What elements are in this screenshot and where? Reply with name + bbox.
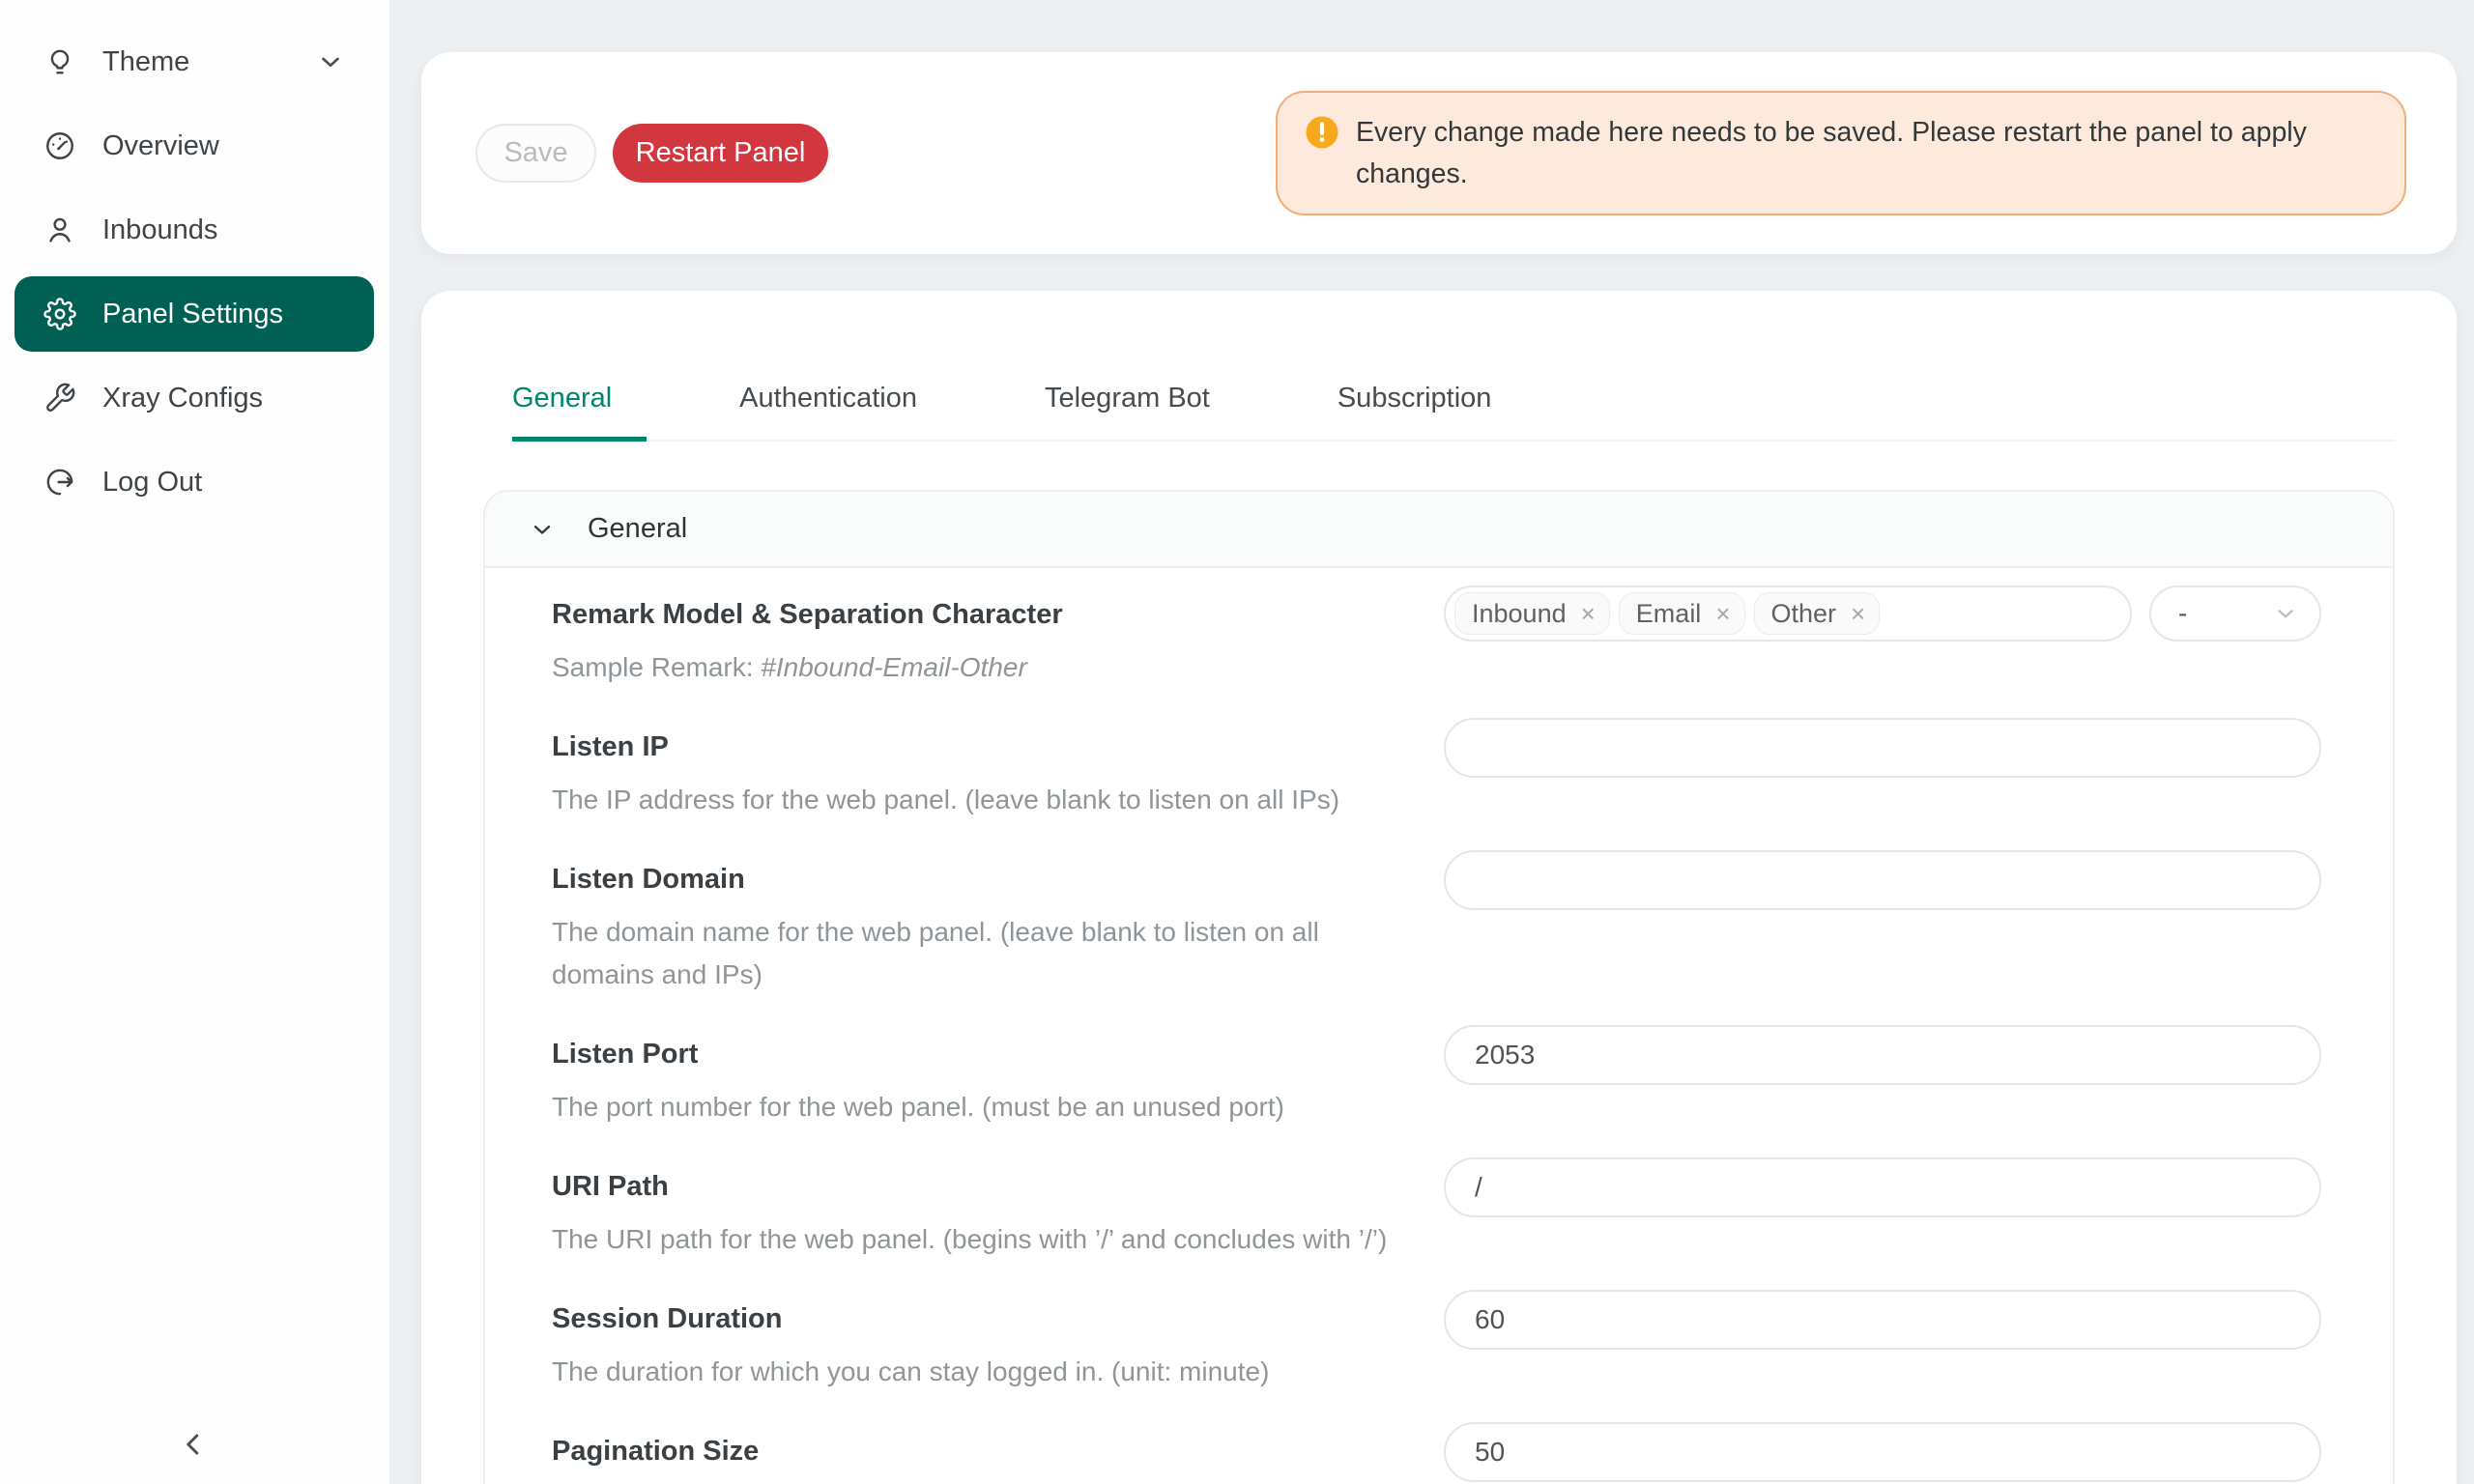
wrench-icon xyxy=(43,382,76,414)
toolbar-card: Save Restart Panel Every change made her… xyxy=(421,52,2457,254)
tab-authentication[interactable]: Authentication xyxy=(739,378,952,442)
user-icon xyxy=(43,214,76,246)
field-description: The duration for which you can stay logg… xyxy=(552,1351,1269,1393)
restart-warning-alert: Every change made here needs to be saved… xyxy=(1276,91,2406,216)
field-description: The domain name for the web panel. (leav… xyxy=(552,911,1422,996)
app-root: Theme Overview Inbounds Panel Settings X… xyxy=(0,0,2474,1484)
field-description: The port number for the web panel. (must… xyxy=(552,1086,1284,1128)
sidebar: Theme Overview Inbounds Panel Settings X… xyxy=(0,0,389,1484)
tab-telegram-bot[interactable]: Telegram Bot xyxy=(1045,378,1245,442)
sidebar-item-overview[interactable]: Overview xyxy=(14,108,374,184)
sidebar-nav: Theme Overview Inbounds Panel Settings X… xyxy=(0,24,389,520)
sidebar-item-theme[interactable]: Theme xyxy=(14,24,374,100)
field-label: Pagination Size xyxy=(552,1432,759,1470)
logout-icon xyxy=(43,466,76,499)
field-label: Session Duration xyxy=(552,1299,1269,1338)
tag-other[interactable]: Other × xyxy=(1754,592,1881,635)
field-label: Listen IP xyxy=(552,728,1339,766)
warning-icon xyxy=(1305,115,1339,150)
field-label: URI Path xyxy=(552,1167,1387,1206)
tag-inbound[interactable]: Inbound × xyxy=(1454,592,1610,635)
sidebar-collapse-button[interactable] xyxy=(166,1420,220,1470)
pagination-size-input[interactable] xyxy=(1444,1422,2321,1482)
field-description: Sample Remark: #Inbound-Email-Other xyxy=(552,646,1063,689)
restart-panel-button[interactable]: Restart Panel xyxy=(613,124,828,183)
close-icon[interactable]: × xyxy=(1575,601,1601,626)
field-description: The URI path for the web panel. (begins … xyxy=(552,1218,1387,1261)
session-duration-input[interactable] xyxy=(1444,1290,2321,1350)
listen-domain-input[interactable] xyxy=(1444,850,2321,910)
form-row-listen-domain: Listen Domain The domain name for the we… xyxy=(552,860,2321,996)
chevron-left-icon xyxy=(176,1427,211,1465)
chevron-down-icon xyxy=(529,516,556,543)
field-label: Listen Domain xyxy=(552,860,1422,899)
sidebar-item-inbounds[interactable]: Inbounds xyxy=(14,192,374,268)
form-row-pagination-size: Pagination Size xyxy=(552,1432,2321,1482)
tabs-bar: General Authentication Telegram Bot Subscri… xyxy=(512,378,2395,442)
tag-email[interactable]: Email × xyxy=(1619,592,1745,635)
separator-select[interactable]: - xyxy=(2149,585,2321,642)
main-content: Save Restart Panel Every change made her… xyxy=(389,0,2474,1484)
sidebar-item-log-out[interactable]: Log Out xyxy=(14,444,374,520)
settings-card: General Authentication Telegram Bot Subscri… xyxy=(421,291,2457,1484)
listen-port-input[interactable] xyxy=(1444,1025,2321,1085)
chevron-down-icon xyxy=(316,47,345,76)
close-icon[interactable]: × xyxy=(1710,601,1736,626)
field-description: The IP address for the web panel. (leave… xyxy=(552,779,1339,821)
field-label: Listen Port xyxy=(552,1035,1284,1073)
gauge-icon xyxy=(43,129,76,162)
remark-model-separation-character-tags-input[interactable]: Inbound × Email × Other × xyxy=(1444,585,2132,642)
general-collapse-panel: General Remark Model & Separation Charac… xyxy=(483,490,2395,1484)
chevron-down-icon xyxy=(2273,601,2298,626)
form-row-listen-port: Listen Port The port number for the web … xyxy=(552,1035,2321,1128)
alert-text: Every change made here needs to be saved… xyxy=(1356,112,2377,195)
close-icon[interactable]: × xyxy=(1845,601,1871,626)
collapse-title: General xyxy=(588,513,687,545)
separator-value: - xyxy=(2178,598,2187,629)
tab-subscription[interactable]: Subscription xyxy=(1338,378,1527,442)
listen-ip-input[interactable] xyxy=(1444,718,2321,778)
save-button[interactable]: Save xyxy=(475,124,596,183)
gear-icon xyxy=(43,298,76,330)
form-row-session-duration: Session Duration The duration for which … xyxy=(552,1299,2321,1393)
field-label: Remark Model & Separation Character xyxy=(552,595,1063,634)
sidebar-item-xray-configs[interactable]: Xray Configs xyxy=(14,360,374,436)
uri-path-input[interactable] xyxy=(1444,1157,2321,1217)
general-form: Remark Model & Separation Character Samp… xyxy=(485,568,2393,1484)
form-row-uri-path: URI Path The URI path for the web panel.… xyxy=(552,1167,2321,1261)
tab-general[interactable]: General xyxy=(512,378,647,442)
form-row-listen-ip: Listen IP The IP address for the web pan… xyxy=(552,728,2321,821)
bulb-icon xyxy=(43,45,76,78)
general-collapse-header[interactable]: General xyxy=(485,492,2393,568)
form-row-remark-model-separation-character: Remark Model & Separation Character Samp… xyxy=(552,595,2321,689)
sidebar-item-panel-settings[interactable]: Panel Settings xyxy=(14,276,374,352)
